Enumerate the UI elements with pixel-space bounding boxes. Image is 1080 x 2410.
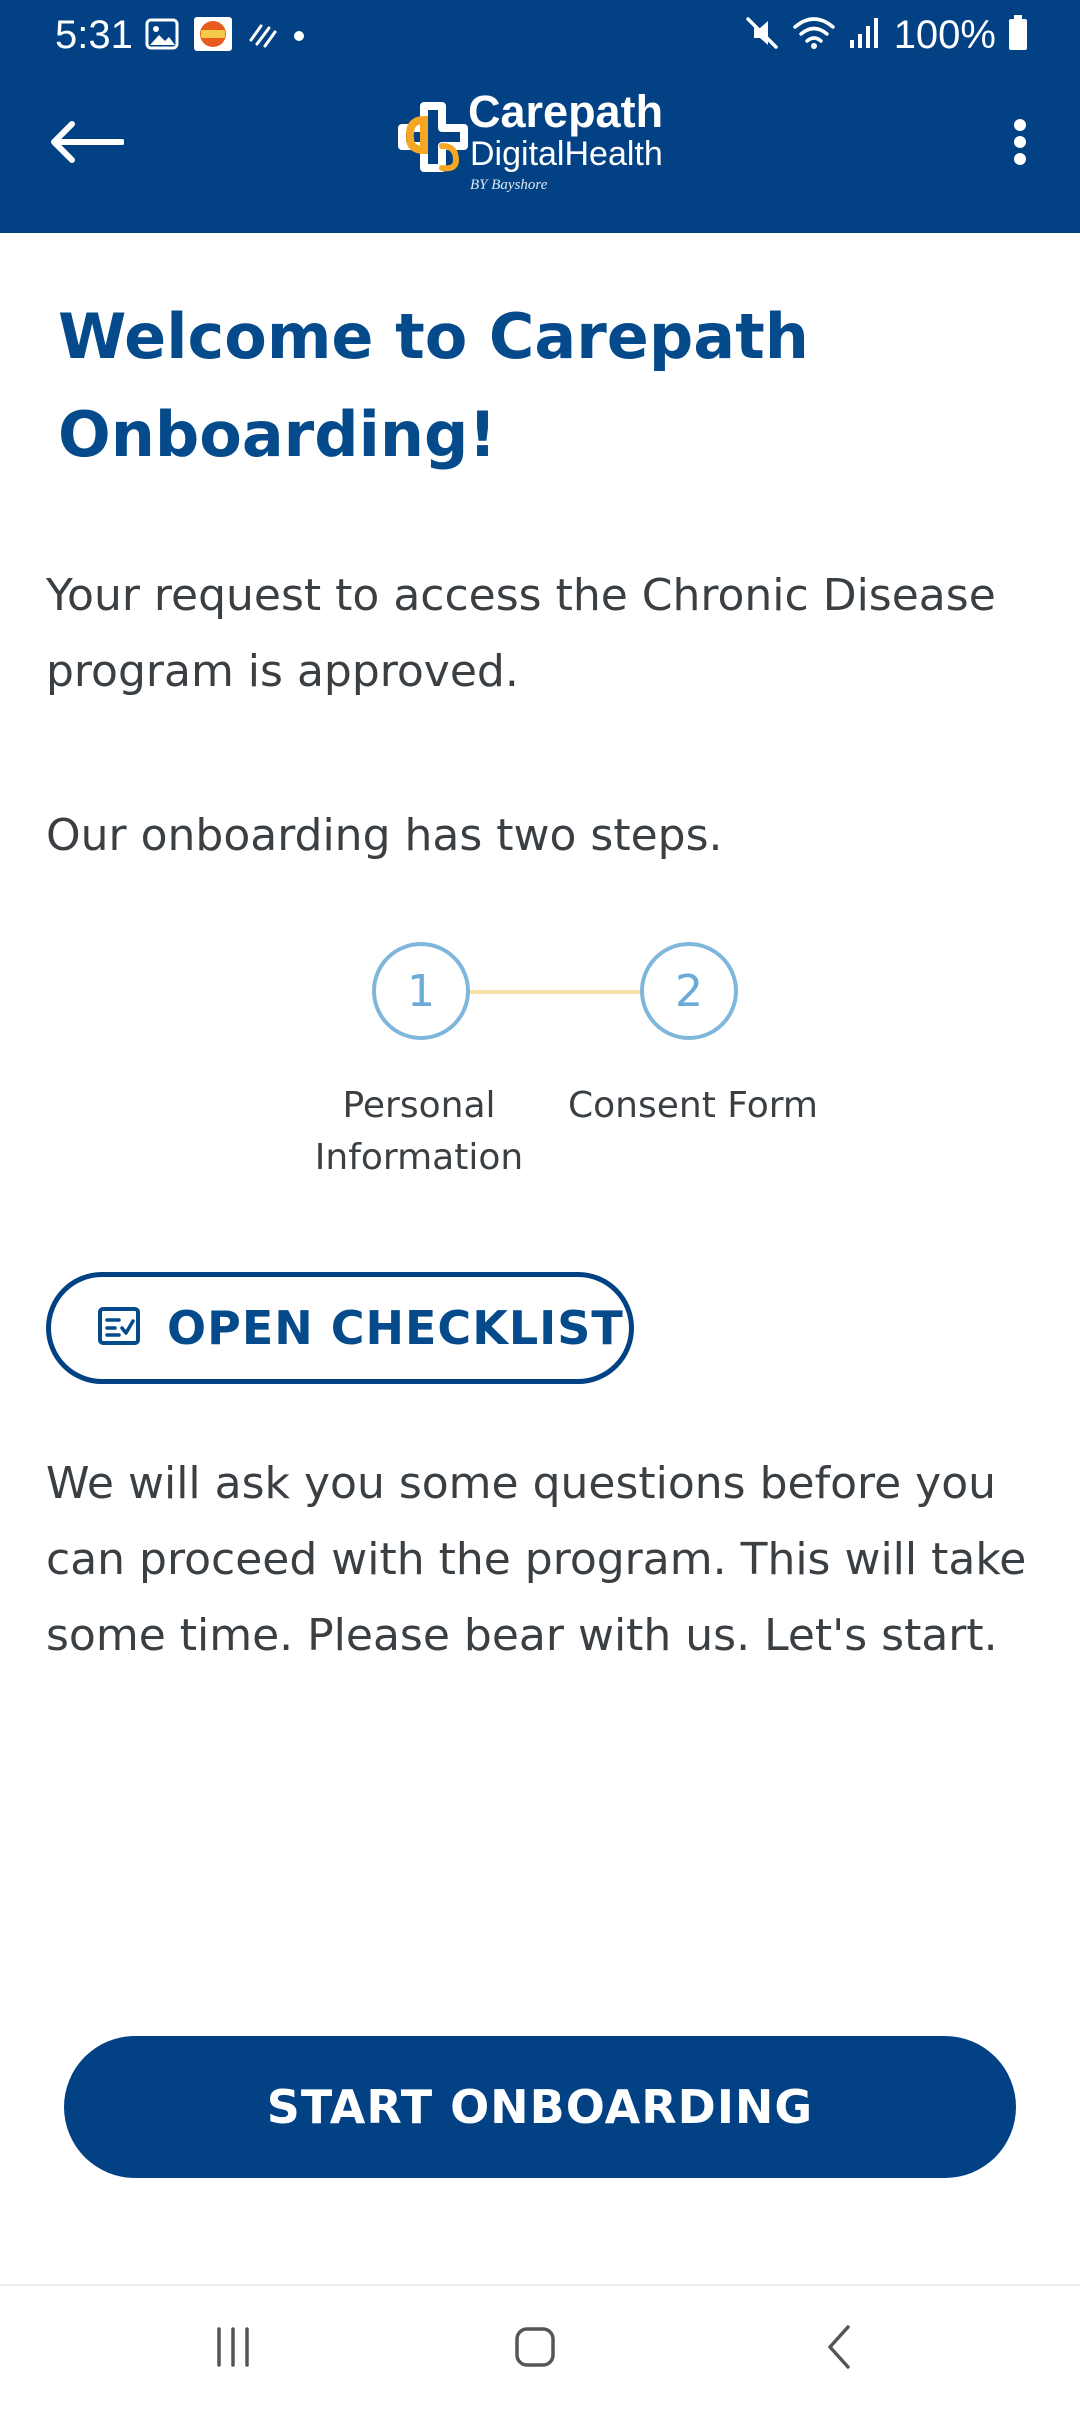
- open-checklist-label: OPEN CHECKLIST: [167, 1301, 624, 1355]
- status-right-icons: 100%: [744, 10, 1028, 60]
- recents-button[interactable]: [188, 2314, 278, 2384]
- open-checklist-button[interactable]: OPEN CHECKLIST: [46, 1272, 634, 1384]
- back-button[interactable]: [38, 110, 134, 178]
- recents-icon: [211, 2327, 255, 2371]
- carepath-logo: Carepath DigitalHealth BY Bayshore: [396, 84, 696, 204]
- system-nav-bar: [0, 2284, 1080, 2410]
- status-time: 5:31: [55, 13, 133, 57]
- mute-icon: [744, 15, 780, 55]
- step-2-indicator: 2: [640, 942, 738, 1040]
- logo-wordmark-secondary: DigitalHealth: [470, 135, 663, 173]
- status-left-icons: [145, 16, 305, 56]
- app-badge-icon: [193, 16, 233, 56]
- onboarding-stepper: 1 2 Personal Information Consent Form: [290, 942, 818, 1192]
- step-1-label: Personal Information: [314, 1085, 524, 1178]
- questions-message: We will ask you some questions before yo…: [46, 1458, 1027, 1661]
- gallery-icon: [145, 18, 179, 54]
- logo-byline: BY Bayshore: [470, 177, 548, 193]
- step-1-indicator: 1: [372, 942, 470, 1040]
- more-vert-icon: [1012, 118, 1028, 170]
- wifi-icon: [792, 15, 836, 55]
- home-button[interactable]: [490, 2314, 580, 2384]
- app-header: Carepath DigitalHealth BY Bayshore: [0, 70, 1080, 233]
- logo-wordmark-primary: Carepath: [468, 86, 664, 137]
- step-2-label: Consent Form: [568, 1085, 818, 1126]
- top-bar: 5:31 100% Carepath DigitalHealth BY Bays…: [0, 0, 1080, 233]
- back-arrow-icon: [48, 120, 125, 168]
- page-title: Welcome to Carepath Onboarding!: [58, 300, 809, 471]
- checklist-icon: [97, 1306, 141, 1350]
- steps-intro: Our onboarding has two steps.: [46, 810, 723, 861]
- battery-percent: 100%: [893, 13, 996, 57]
- notification-dot-icon: [293, 27, 305, 46]
- cell-signal-icon: [848, 16, 882, 54]
- status-bar: 5:31 100%: [0, 0, 1080, 70]
- carepath-logo-icon: [396, 100, 470, 174]
- signal-pattern-icon: [247, 20, 279, 52]
- home-icon: [513, 2325, 557, 2373]
- start-onboarding-button[interactable]: START ONBOARDING: [64, 2036, 1016, 2178]
- system-back-button[interactable]: [794, 2314, 884, 2384]
- back-icon: [824, 2323, 854, 2375]
- approval-message: Your request to access the Chronic Disea…: [46, 570, 996, 697]
- start-onboarding-label: START ONBOARDING: [266, 2080, 814, 2134]
- battery-icon: [1008, 15, 1028, 55]
- overflow-menu-button[interactable]: [988, 106, 1052, 182]
